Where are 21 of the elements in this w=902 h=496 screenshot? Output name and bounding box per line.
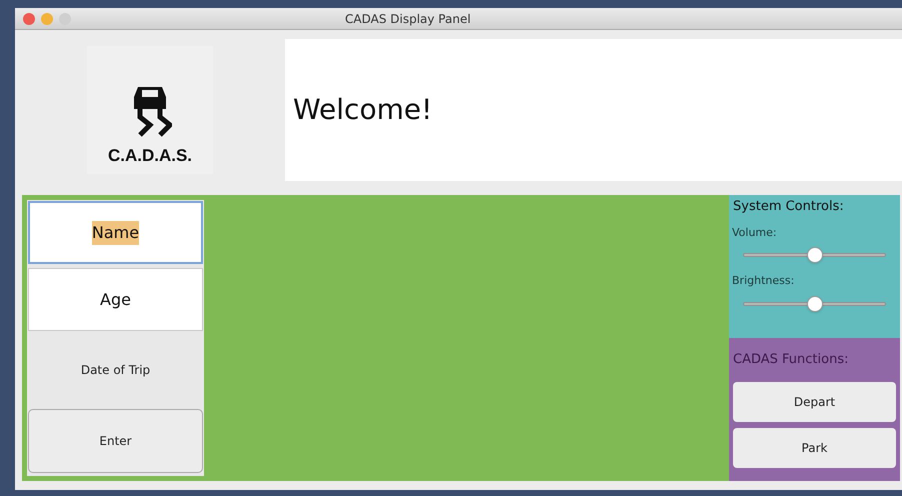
- date-label: Date of Trip: [80, 362, 150, 379]
- close-icon[interactable]: [23, 12, 35, 24]
- enter-button[interactable]: Enter: [28, 409, 203, 473]
- input-field[interactable]: Name: [28, 201, 203, 264]
- field-value: Age: [100, 288, 131, 310]
- field-value: Name: [92, 220, 140, 244]
- slider-label: Volume:: [731, 224, 778, 240]
- panel-title: System Controls:: [732, 198, 845, 216]
- minimize-icon[interactable]: [41, 12, 53, 24]
- welcome-text: Welcome!: [293, 92, 432, 128]
- slider-thumb[interactable]: [806, 296, 822, 312]
- window-title: CADAS Display Panel: [345, 10, 471, 28]
- panel-title: CADAS Functions:: [733, 351, 850, 369]
- slider-thumb[interactable]: [806, 247, 822, 263]
- function-button[interactable]: Depart: [733, 382, 896, 422]
- function-button[interactable]: Park: [733, 428, 896, 468]
- slider-label: Brightness:: [731, 273, 796, 289]
- input-field[interactable]: Age: [28, 268, 203, 331]
- logo-text: C.A.D.A.S.: [108, 144, 192, 166]
- slider[interactable]: [743, 245, 886, 265]
- slider[interactable]: [743, 294, 886, 314]
